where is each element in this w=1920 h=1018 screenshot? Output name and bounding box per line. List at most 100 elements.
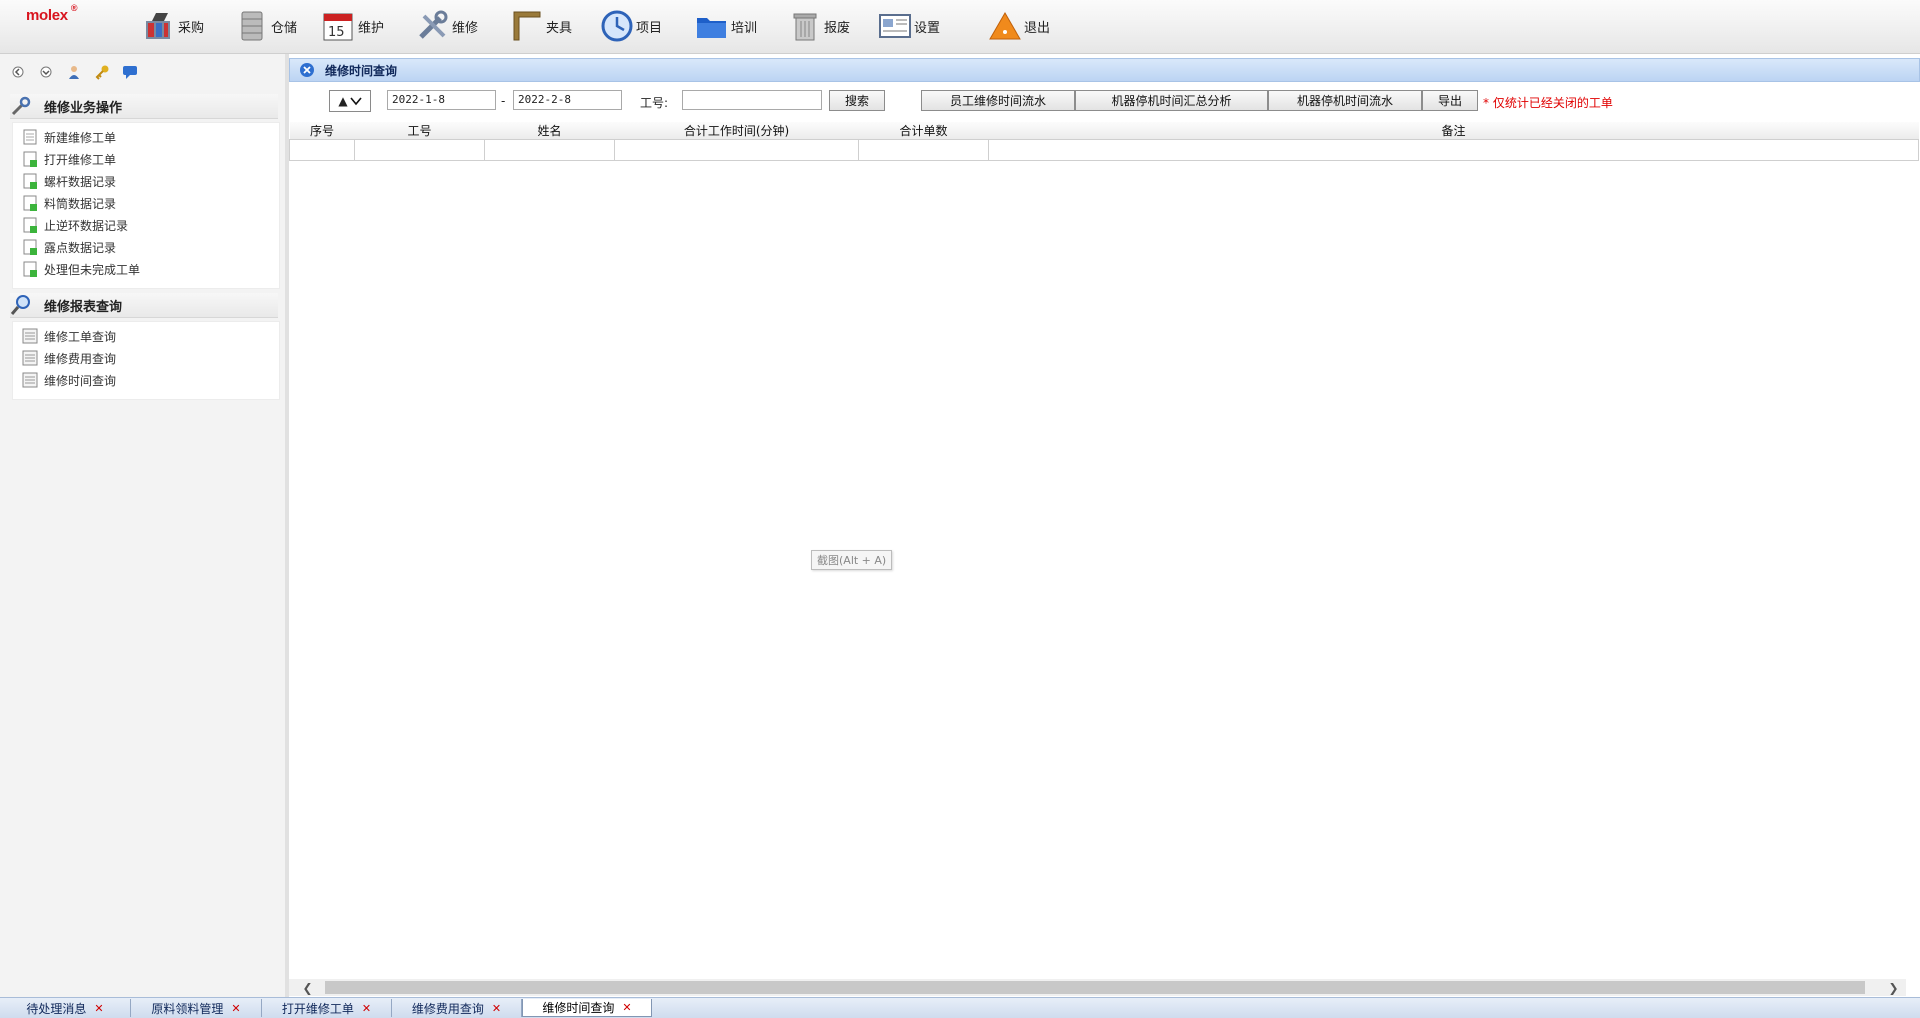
close-tab-icon[interactable]: ✕ xyxy=(362,1002,371,1015)
sidebar-item-dew-point-data[interactable]: 露点数据记录 xyxy=(13,236,279,258)
date-from-input[interactable]: 2022-1-8 xyxy=(387,90,496,110)
search-toolbar: ▲ 2022-1-8 - 2022-2-8 工号: 搜索 员工维修时间流水 机器… xyxy=(289,84,1920,118)
warning-exit-icon xyxy=(989,11,1021,40)
panel-title-bar: 维修时间查询 xyxy=(289,58,1920,82)
report-icon xyxy=(22,328,38,344)
tab-open-repair-order[interactable]: 打开维修工单 ✕ xyxy=(262,999,392,1017)
sidebar-item-new-order[interactable]: 新建维修工单 xyxy=(13,126,279,148)
close-tab-icon[interactable]: ✕ xyxy=(622,1001,631,1014)
date-separator: - xyxy=(501,94,506,108)
sidebar-item-check-ring-data[interactable]: 止逆环数据记录 xyxy=(13,214,279,236)
scroll-right-icon[interactable]: ❯ xyxy=(1885,979,1902,996)
employee-repair-time-button[interactable]: 员工维修时间流水 xyxy=(921,90,1075,111)
results-table: 序号 工号 姓名 合计工作时间(分钟) 合计单数 备注 xyxy=(289,122,1919,161)
toolbar-project[interactable]: 项目 xyxy=(600,6,662,46)
toolbar-repair[interactable]: 维修 xyxy=(416,6,478,46)
expand-icon[interactable] xyxy=(38,64,54,80)
sidebar-item-open-order[interactable]: 打开维修工单 xyxy=(13,148,279,170)
document-green-icon xyxy=(23,217,37,233)
section-header-repair-reports[interactable]: 维修报表查询 xyxy=(10,293,278,318)
search-button[interactable]: 搜索 xyxy=(829,90,885,111)
close-tab-icon[interactable]: ✕ xyxy=(492,1002,501,1015)
chat-icon[interactable] xyxy=(122,64,138,80)
purchase-icon xyxy=(146,13,170,39)
table-cell xyxy=(354,139,485,161)
sort-order-select[interactable]: ▲ xyxy=(329,90,371,112)
toolbar-training[interactable]: 培训 xyxy=(695,6,757,46)
key-icon[interactable] xyxy=(94,64,110,80)
document-green-icon xyxy=(23,173,37,189)
left-sidebar: 维修业务操作 新建维修工单 打开维修工单 螺杆数据记录 料筒数据记录 止逆环数据… xyxy=(0,54,289,998)
collapse-icon[interactable] xyxy=(10,64,26,80)
repair-ops-list: 新建维修工单 打开维修工单 螺杆数据记录 料筒数据记录 止逆环数据记录 露点数据… xyxy=(12,122,280,289)
column-header-index[interactable]: 序号 xyxy=(289,122,355,140)
employee-id-label: 工号: xyxy=(640,96,669,110)
sidebar-item-unfinished-orders[interactable]: 处理但未完成工单 xyxy=(13,258,279,280)
column-header-total-minutes[interactable]: 合计工作时间(分钟) xyxy=(614,122,859,140)
date-to-input[interactable]: 2022-2-8 xyxy=(513,90,622,110)
toolbar-storage[interactable]: 仓储 xyxy=(235,6,297,46)
machine-downtime-flow-button[interactable]: 机器停机时间流水 xyxy=(1268,90,1422,111)
scrollbar-thumb[interactable] xyxy=(325,981,1865,994)
section-header-repair-ops[interactable]: 维修业务操作 xyxy=(10,94,278,119)
report-icon xyxy=(22,372,38,388)
tab-repair-time-query[interactable]: 维修时间查询 ✕ xyxy=(522,999,652,1017)
table-header-row: 序号 工号 姓名 合计工作时间(分钟) 合计单数 备注 xyxy=(289,122,1919,140)
document-icon xyxy=(23,129,37,145)
sort-up-icon: ▲ xyxy=(338,94,348,108)
sidebar-item-barrel-data[interactable]: 料筒数据记录 xyxy=(13,192,279,214)
fixture-icon xyxy=(513,11,541,41)
report-icon xyxy=(22,350,38,366)
repair-reports-list: 维修工单查询 维修费用查询 维修时间查询 xyxy=(12,321,280,400)
column-header-order-count[interactable]: 合计单数 xyxy=(858,122,989,140)
tools-icon xyxy=(419,10,448,39)
folder-icon xyxy=(697,18,726,38)
toolbar-exit[interactable]: 退出 xyxy=(988,6,1050,46)
magnifier-icon xyxy=(10,295,30,315)
page-title: 维修时间查询 xyxy=(325,63,398,78)
close-tab-icon[interactable]: ✕ xyxy=(231,1002,240,1015)
main-content: 维修时间查询 ▲ 2022-1-8 - 2022-2-8 工号: 搜索 员工维修… xyxy=(289,54,1920,998)
close-tab-icon[interactable]: ✕ xyxy=(94,1002,103,1015)
close-panel-icon[interactable] xyxy=(299,62,315,78)
scroll-left-icon[interactable]: ❮ xyxy=(299,979,316,996)
column-header-emp-id[interactable]: 工号 xyxy=(354,122,485,140)
document-green-icon xyxy=(23,261,37,277)
trash-icon xyxy=(793,13,817,41)
table-cell xyxy=(614,139,859,161)
machine-downtime-summary-button[interactable]: 机器停机时间汇总分析 xyxy=(1075,90,1268,111)
tab-material-picking[interactable]: 原料领料管理 ✕ xyxy=(131,999,262,1017)
toolbar-scrap[interactable]: 报废 xyxy=(788,6,850,46)
tab-repair-cost-query[interactable]: 维修费用查询 ✕ xyxy=(392,999,522,1017)
toolbar-settings[interactable]: 设置 xyxy=(878,6,940,46)
column-header-remark[interactable]: 备注 xyxy=(988,122,1919,140)
horizontal-scrollbar[interactable]: ❮ ❯ xyxy=(289,979,1906,996)
sidebar-item-screw-data[interactable]: 螺杆数据记录 xyxy=(13,170,279,192)
table-row[interactable] xyxy=(289,139,1919,161)
user-icon[interactable] xyxy=(66,64,82,80)
molex-logo: molex ® xyxy=(26,3,78,24)
toolbar-purchase[interactable]: 采购 xyxy=(142,6,204,46)
tab-pending-messages[interactable]: 待处理消息 ✕ xyxy=(0,999,131,1017)
sidebar-tools xyxy=(10,64,138,80)
export-button[interactable]: 导出 xyxy=(1422,90,1478,111)
employee-id-input[interactable] xyxy=(682,90,822,110)
bottom-tab-bar: 待处理消息 ✕ 原料领料管理 ✕ 打开维修工单 ✕ 维修费用查询 ✕ 维修时间查询 ✕ xyxy=(0,997,1920,1018)
table-cell xyxy=(858,139,989,161)
document-green-icon xyxy=(23,195,37,211)
table-cell xyxy=(289,139,355,161)
document-green-icon xyxy=(23,239,37,255)
table-cell xyxy=(484,139,615,161)
chevron-down-icon xyxy=(349,97,362,106)
closed-orders-note: * 仅统计已经关闭的工单 xyxy=(1483,96,1613,110)
column-header-name[interactable]: 姓名 xyxy=(484,122,615,140)
project-clock-icon xyxy=(601,10,633,42)
toolbar-maintain[interactable]: 15 维护 xyxy=(322,6,384,46)
sidebar-item-order-query[interactable]: 维修工单查询 xyxy=(13,325,279,347)
toolbar-fixture[interactable]: 夹具 xyxy=(510,6,572,46)
screenshot-tooltip: 截图(Alt + A) xyxy=(811,550,893,570)
sidebar-item-time-query[interactable]: 维修时间查询 xyxy=(13,369,279,391)
sidebar-item-cost-query[interactable]: 维修费用查询 xyxy=(13,347,279,369)
top-toolbar: molex ® 采购 仓储 15 维护 维修 夹具 项目 培训 报废 设置 退出 xyxy=(0,0,1920,54)
calendar-icon: 15 xyxy=(323,13,353,41)
